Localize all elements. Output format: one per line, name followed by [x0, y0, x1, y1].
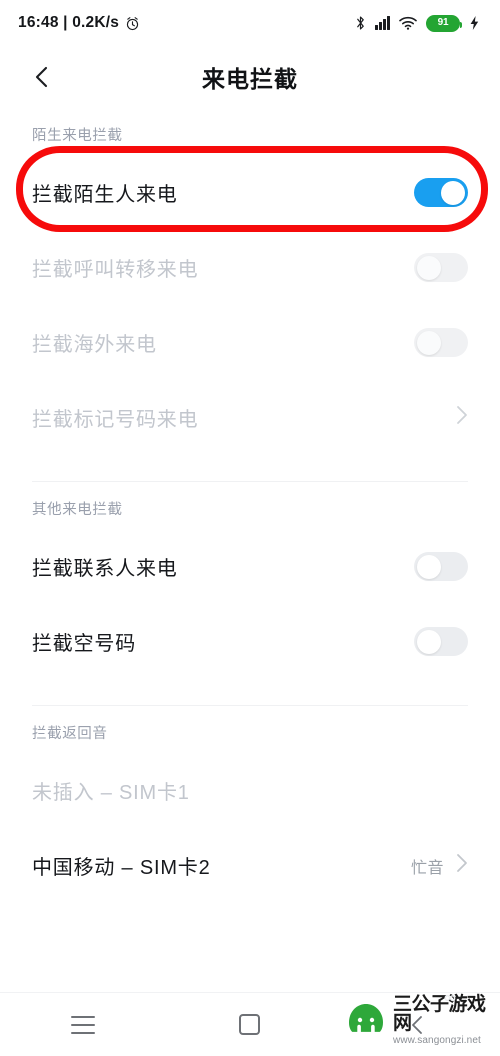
alarm-clock-icon	[125, 16, 140, 31]
mascot-logo-icon	[344, 1000, 388, 1040]
section-header-strangers: 陌生来电拦截	[32, 128, 123, 144]
toggle-block-call-forwarding[interactable]	[414, 253, 468, 282]
row-value: 忙音	[410, 859, 444, 877]
row-label: 拦截空号码	[32, 633, 136, 655]
chevron-right-icon	[456, 405, 468, 430]
watermark-ghost-mark: ∞	[443, 988, 456, 1007]
toggle-knob	[441, 180, 465, 205]
site-watermark: ∞ 三公子游戏网 www.sangongzi.net	[344, 984, 500, 1056]
home-square-icon[interactable]	[220, 1003, 280, 1047]
toggle-block-overseas[interactable]	[414, 328, 468, 357]
row-label: 拦截陌生人来电	[32, 184, 178, 206]
battery-indicator: 91	[426, 14, 462, 32]
toggle-knob	[417, 554, 441, 579]
toggle-block-empty-numbers[interactable]	[414, 627, 468, 656]
row-block-empty-numbers[interactable]: 拦截空号码	[0, 604, 500, 679]
chevron-right-icon	[456, 853, 468, 878]
toggle-block-strangers[interactable]	[414, 178, 468, 207]
row-block-marked-numbers[interactable]: 拦截标记号码来电	[0, 380, 500, 455]
lightning-bolt-icon	[469, 15, 480, 31]
row-sim2[interactable]: 中国移动 – SIM卡2 忙音	[0, 828, 500, 903]
wifi-icon	[399, 16, 417, 30]
row-label: 中国移动 – SIM卡2	[32, 857, 211, 879]
row-label: 拦截联系人来电	[32, 558, 178, 580]
row-block-strangers[interactable]: 拦截陌生人来电	[0, 155, 500, 230]
row-label: 未插入 – SIM卡1	[32, 782, 190, 804]
row-label: 拦截海外来电	[32, 334, 157, 356]
page-title: 来电拦截	[202, 66, 298, 92]
row-sim1: 未插入 – SIM卡1	[0, 753, 500, 828]
watermark-url: www.sangongzi.net	[393, 1034, 481, 1046]
toggle-knob	[417, 255, 441, 280]
status-clock: 16:48 | 0.2K/s	[18, 14, 120, 31]
row-label: 拦截标记号码来电	[32, 409, 199, 431]
section-header-other: 其他来电拦截	[32, 502, 123, 518]
cellular-signal-icon	[375, 16, 390, 30]
row-block-call-forwarding[interactable]: 拦截呼叫转移来电	[0, 230, 500, 305]
phone-screen: 16:48 | 0.2K/s 91 来电拦截 陌生来电拦截 拦截陌生人来电 拦截…	[0, 0, 500, 1056]
toggle-block-contacts[interactable]	[414, 552, 468, 581]
toggle-knob	[417, 330, 441, 355]
toggle-knob	[417, 629, 441, 654]
row-block-contacts[interactable]: 拦截联系人来电	[0, 529, 500, 604]
settings-list: 陌生来电拦截 拦截陌生人来电 拦截呼叫转移来电 拦截海外来电 拦截标记号码来电 …	[0, 108, 500, 903]
bluetooth-icon	[355, 15, 366, 31]
status-bar-left: 16:48 | 0.2K/s	[18, 14, 140, 32]
status-bar-right: 91	[355, 14, 480, 32]
row-label: 拦截呼叫转移来电	[32, 259, 199, 281]
row-trailing: 忙音	[411, 853, 468, 878]
status-bar: 16:48 | 0.2K/s 91	[0, 0, 500, 46]
battery-level-label: 91	[437, 17, 449, 28]
menu-icon[interactable]	[53, 1003, 113, 1047]
row-block-overseas[interactable]: 拦截海外来电	[0, 305, 500, 380]
section-header-return-tone: 拦截返回音	[32, 726, 108, 742]
title-bar: 来电拦截	[0, 46, 500, 108]
